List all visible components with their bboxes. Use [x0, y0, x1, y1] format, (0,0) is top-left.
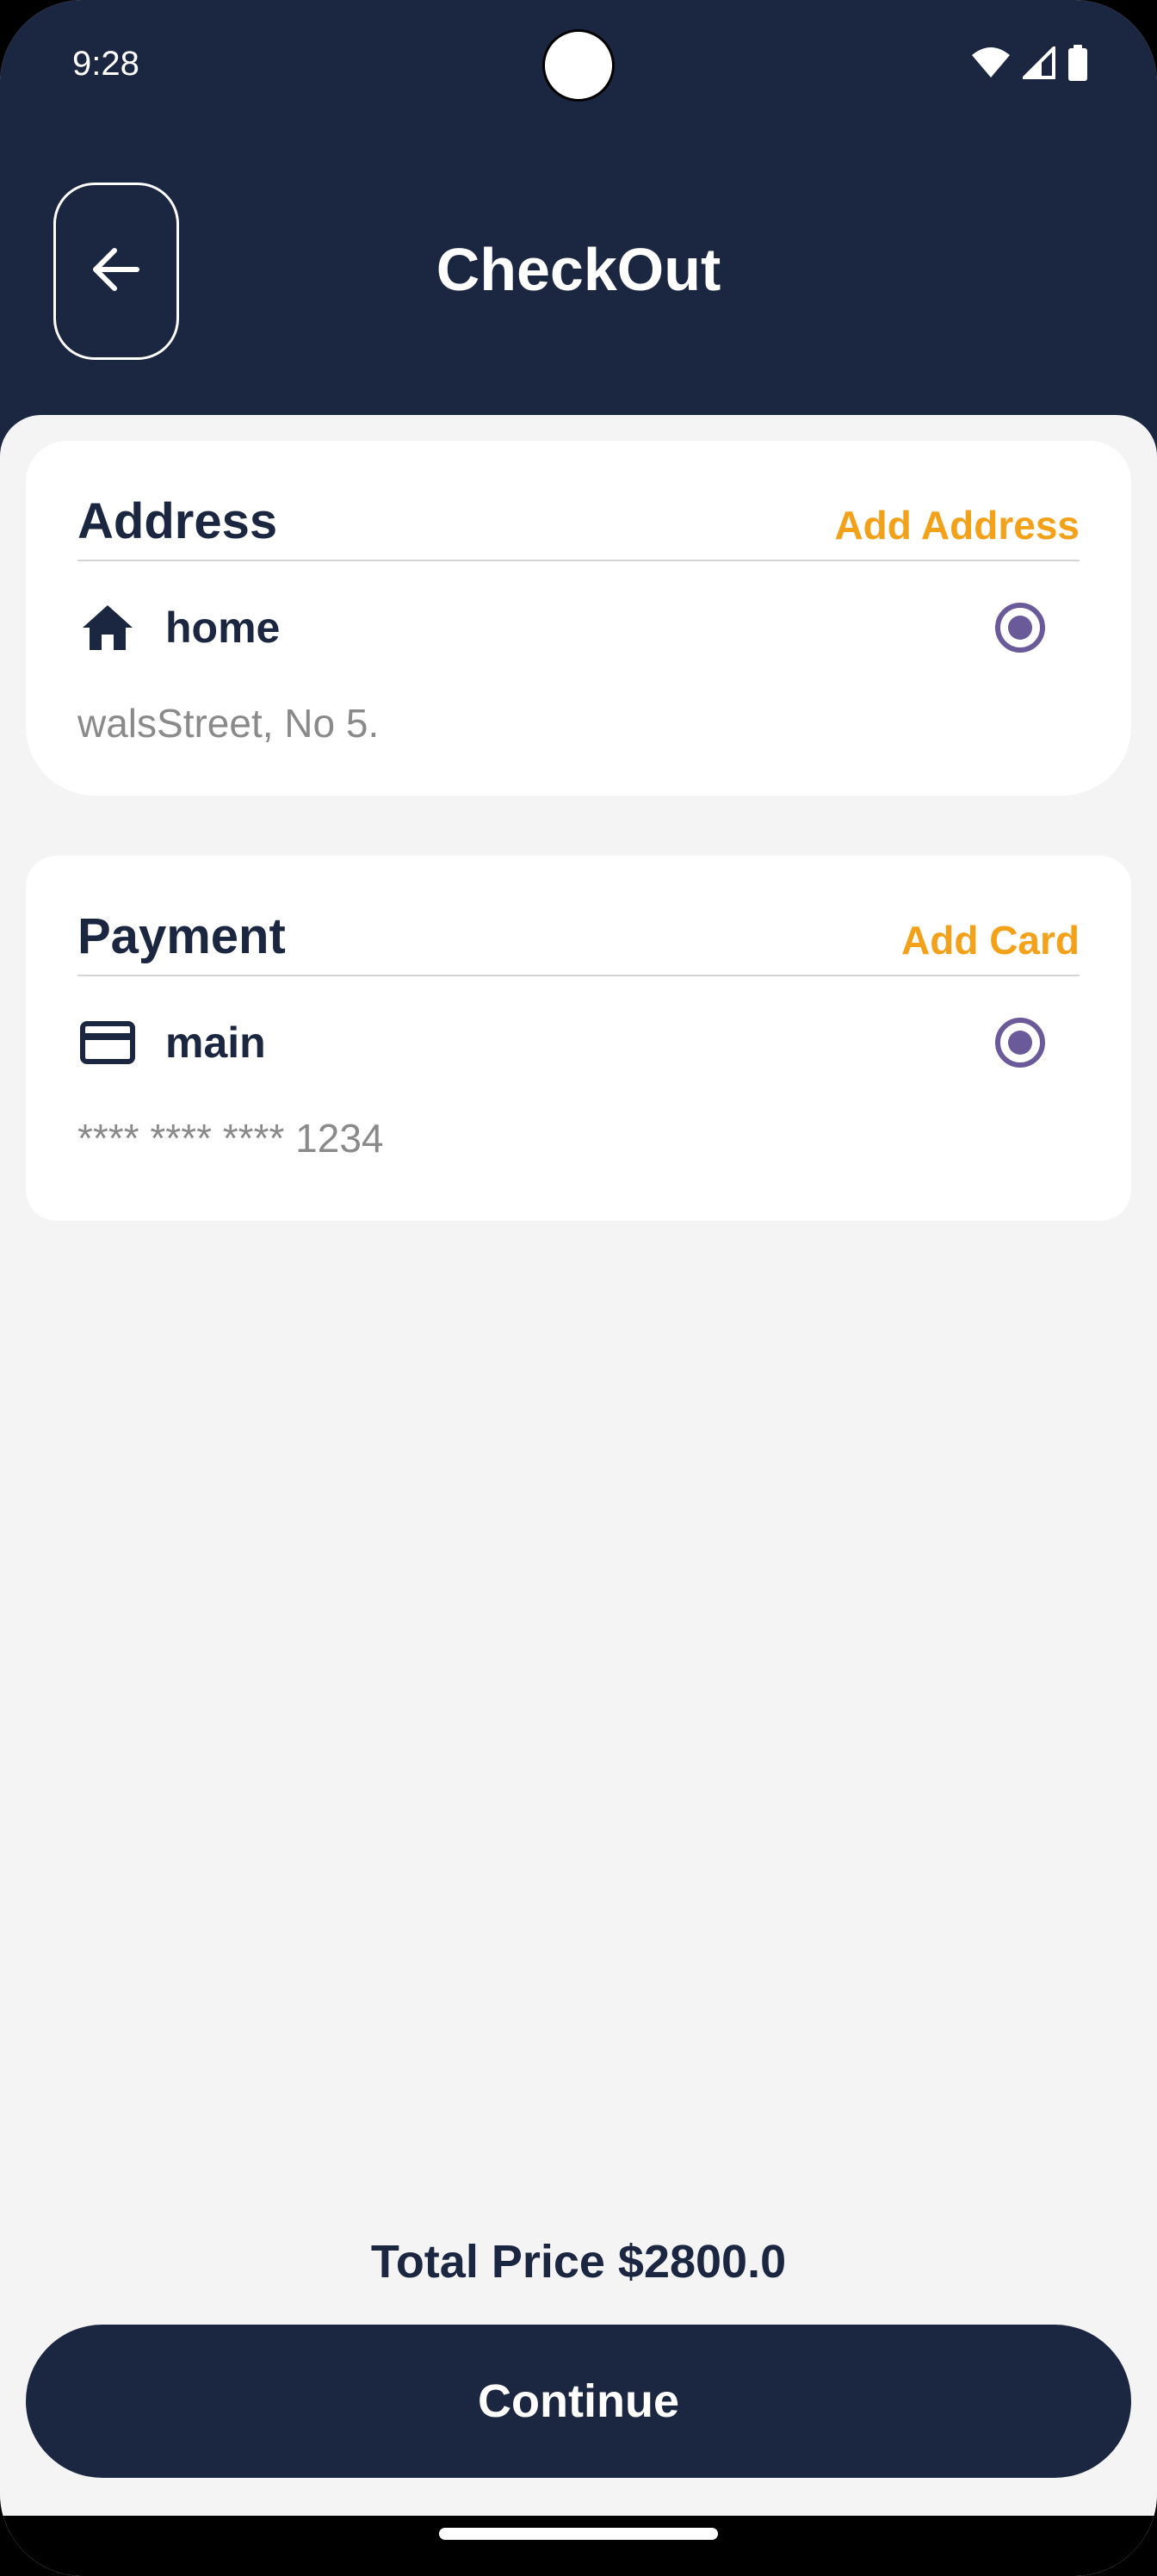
address-detail: walsStreet, No 5.: [77, 701, 380, 746]
payment-title: Payment: [77, 908, 286, 964]
add-card-button[interactable]: Add Card: [901, 916, 1080, 964]
home-icon: [77, 598, 138, 658]
payment-card-header: Payment Add Card: [77, 909, 1080, 976]
navigation-bar: [0, 2516, 1157, 2576]
payment-label: main: [165, 1019, 266, 1067]
address-radio-selected[interactable]: [995, 603, 1045, 653]
home-indicator[interactable]: [439, 2528, 718, 2540]
payment-option-main[interactable]: main: [77, 1012, 1080, 1073]
card-number: **** **** **** 1234: [77, 1116, 384, 1161]
continue-button[interactable]: Continue: [26, 2325, 1131, 2478]
signal-icon: [1020, 44, 1055, 84]
address-label: home: [165, 604, 281, 652]
payment-card: Payment Add Card main **** **** **** 123…: [26, 856, 1131, 1221]
add-address-button[interactable]: Add Address: [834, 501, 1080, 549]
checkout-screen: 9:28 CheckOut Address Add Address home w…: [0, 0, 1157, 2576]
address-card-header: Address Add Address: [77, 494, 1080, 561]
payment-radio-selected[interactable]: [995, 1018, 1045, 1068]
radio-dot: [1008, 616, 1032, 640]
wifi-icon: [971, 46, 1011, 84]
camera-cutout: [542, 29, 615, 102]
address-card: Address Add Address home walsStreet, No …: [26, 441, 1131, 796]
status-time: 9:28: [72, 45, 139, 83]
address-option-home[interactable]: home: [77, 598, 1080, 658]
credit-card-icon: [77, 1012, 138, 1073]
radio-dot: [1008, 1031, 1032, 1055]
status-icons: [971, 44, 1088, 85]
page-title: CheckOut: [436, 236, 721, 303]
address-title: Address: [77, 493, 278, 549]
total-price: Total Price $2800.0: [370, 2236, 787, 2288]
battery-icon: [1067, 45, 1088, 85]
